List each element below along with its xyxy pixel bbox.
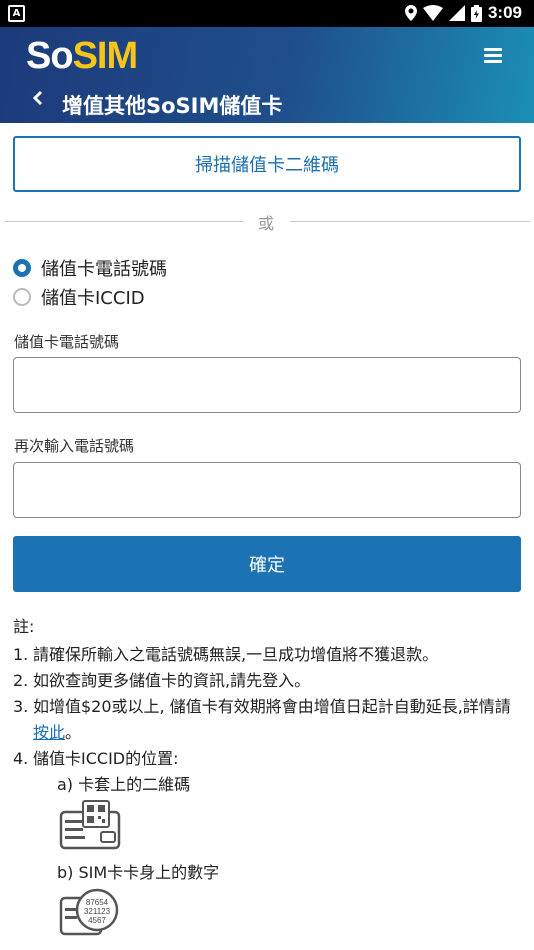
note-number: 1.	[13, 645, 29, 664]
note-text: 儲值卡ICCID的位置:	[33, 749, 179, 768]
sosim-logo: SoSIM	[26, 35, 139, 78]
note-text: 如增值$20或以上, 儲值卡有效期將會由增值日起計自動延長,詳情請按此。	[33, 694, 523, 746]
radio-option-phone[interactable]: 儲值卡電話號碼	[13, 255, 167, 281]
card-qr-icon	[59, 800, 121, 850]
sim-digit-line: 87654	[86, 898, 109, 907]
note-text-after-link: 。	[65, 723, 82, 742]
note-item: 2. 如欲查詢更多儲值卡的資訊,請先登入。	[13, 668, 523, 694]
divider-or-label: 或	[258, 214, 275, 233]
phone-number-input[interactable]	[13, 357, 521, 413]
radio-unselected-icon[interactable]	[13, 288, 31, 306]
hamburger-menu-icon[interactable]	[482, 45, 506, 65]
note-number: 2.	[13, 671, 29, 690]
note-item: 3. 如增值$20或以上, 儲值卡有效期將會由增值日起計自動延長,詳情請按此。	[13, 694, 523, 746]
radio-selected-icon[interactable]	[13, 259, 31, 277]
logo-so: So	[26, 35, 74, 77]
phone-confirm-field-label: 再次輸入電話號碼	[14, 437, 135, 455]
radio-label-phone: 儲值卡電話號碼	[41, 259, 167, 280]
note-number: 4.	[13, 749, 29, 768]
radio-label-iccid: 儲值卡ICCID	[41, 288, 145, 309]
note-text: 如欲查詢更多儲值卡的資訊,請先登入。	[33, 671, 311, 690]
sim-digit-line: 4567	[88, 916, 106, 925]
note-item: 1. 請確保所輸入之電話號碼無誤,一旦成功增值將不獲退款。	[13, 642, 523, 668]
notes-title: 註:	[13, 617, 35, 636]
confirm-button[interactable]: 確定	[13, 536, 521, 592]
note-item: 4. 儲值卡ICCID的位置:	[13, 746, 523, 772]
divider-right	[290, 221, 530, 222]
status-time: 3:09	[487, 3, 522, 22]
notification-icon: A	[8, 5, 25, 22]
status-icons: 3:09	[404, 3, 522, 23]
battery-icon	[470, 4, 482, 22]
notification-badge-text: A	[12, 8, 21, 19]
scan-qr-button[interactable]: 掃描儲值卡二維碼	[13, 136, 521, 192]
signal-icon	[448, 5, 465, 21]
logo-sim: SIM	[72, 35, 139, 77]
note-number: 3.	[13, 697, 29, 716]
iccid-location-a: a) 卡套上的二維碼	[57, 775, 191, 794]
phone-field-label: 儲值卡電話號碼	[14, 333, 120, 351]
wifi-icon	[422, 5, 443, 21]
divider-left	[5, 221, 243, 222]
page-title: 增值其他SoSIM儲值卡	[62, 94, 283, 118]
location-icon	[404, 5, 417, 21]
notes-section: 註: 1. 請確保所輸入之電話號碼無誤,一旦成功增值將不獲退款。 2. 如欲查詢…	[13, 614, 523, 948]
phone-confirm-input[interactable]	[13, 462, 521, 518]
details-link[interactable]: 按此	[33, 723, 65, 742]
radio-option-iccid[interactable]: 儲值卡ICCID	[13, 284, 145, 310]
status-bar: A 3:09	[0, 0, 534, 27]
note-text: 請確保所輸入之電話號碼無誤,一旦成功增值將不獲退款。	[33, 645, 439, 664]
note-text-before-link: 如增值$20或以上, 儲值卡有效期將會由增值日起計自動延長,詳情請	[33, 697, 511, 716]
iccid-location-b: b) SIM卡卡身上的數字	[57, 863, 220, 882]
back-chevron-icon[interactable]	[32, 87, 44, 112]
app-header: SoSIM 增值其他SoSIM儲值卡	[0, 27, 534, 123]
sim-digit-line: 321123	[84, 907, 111, 916]
sim-number-icon: 87654 321123 4567	[59, 888, 119, 936]
